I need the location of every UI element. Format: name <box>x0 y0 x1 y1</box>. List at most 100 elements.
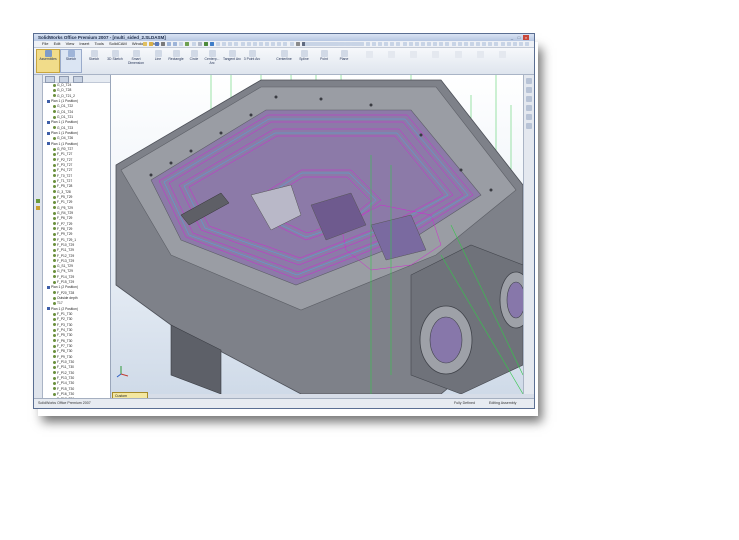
ribbon-rectangle-button[interactable]: Rectangle <box>166 50 186 62</box>
menu-file[interactable]: File <box>42 41 48 47</box>
move-icon[interactable] <box>322 42 327 46</box>
zoom-selection-icon[interactable] <box>252 42 257 46</box>
ribbon-smart-dimension-button[interactable]: Smart Dimension <box>126 50 146 66</box>
ribbon-sketch-tab-button[interactable]: Sketch <box>60 49 82 73</box>
minimize-button[interactable]: _ <box>509 35 515 40</box>
rebuild-icon[interactable] <box>185 42 190 46</box>
select-icon[interactable] <box>179 42 184 46</box>
standard-views-icon[interactable] <box>271 42 276 46</box>
features-icon[interactable] <box>488 42 493 46</box>
pan-icon[interactable] <box>265 42 269 46</box>
explode-icon[interactable] <box>335 42 340 46</box>
measure-icon[interactable] <box>347 42 352 46</box>
options-icon[interactable] <box>191 42 196 46</box>
ribbon-point-button[interactable]: Point <box>314 50 334 62</box>
view-orientation-icon[interactable] <box>277 42 282 46</box>
solidcam-icon[interactable] <box>518 42 523 46</box>
check-icon[interactable] <box>36 199 40 203</box>
tool-icon[interactable] <box>36 206 40 210</box>
feature-tree-tab[interactable] <box>45 76 55 83</box>
mate-icon[interactable] <box>316 42 321 46</box>
macro-icon[interactable] <box>512 42 517 46</box>
menu-view[interactable]: View <box>66 41 75 47</box>
ribbon-plane-button[interactable]: Plane <box>334 50 354 62</box>
ribbon-assemblies-button[interactable]: Assemblies <box>36 49 60 73</box>
ribbon-tangent-arc-button[interactable]: Tangent Arc <box>222 50 242 62</box>
window-icon[interactable] <box>216 42 220 46</box>
component-icon[interactable] <box>310 42 315 46</box>
redo-icon[interactable] <box>173 42 178 46</box>
zoom-area-icon[interactable] <box>234 42 239 46</box>
save-icon[interactable] <box>154 42 159 46</box>
zoom-in-icon[interactable] <box>240 42 245 46</box>
new-doc-icon[interactable] <box>142 42 147 46</box>
zoom-out-icon[interactable] <box>246 42 251 46</box>
ribbon-sketch-button[interactable]: Sketch <box>84 50 104 62</box>
maximize-button[interactable]: □ <box>516 35 522 40</box>
blue-ball-icon[interactable] <box>209 42 214 46</box>
green-ball-icon[interactable] <box>203 42 208 46</box>
search-icon[interactable] <box>526 105 532 111</box>
ribbon-line-button[interactable]: Line <box>148 50 168 62</box>
weldments-icon[interactable] <box>463 42 468 46</box>
graphics-viewport[interactable] <box>111 75 523 394</box>
curves-icon[interactable] <box>420 42 425 46</box>
menu-edit[interactable]: Edit <box>54 41 61 47</box>
menu-tools[interactable]: Tools <box>94 41 103 47</box>
sheet-metal-icon[interactable] <box>469 42 474 46</box>
temp-axis-icon[interactable] <box>408 42 413 46</box>
ribbon-spline-button[interactable]: Spline <box>294 50 314 62</box>
ribbon-circle-button[interactable]: Circle <box>184 50 204 62</box>
config-tab[interactable] <box>73 76 84 83</box>
ribbon-centerpoint-arc-button[interactable]: Centerp... Arc <box>202 50 222 66</box>
view-palette-icon[interactable] <box>526 114 532 120</box>
assembly-view-icon[interactable] <box>304 42 309 46</box>
file-explorer-icon[interactable] <box>526 96 532 102</box>
ribbon-3d-sketch-button[interactable]: 3D Sketch <box>105 50 125 62</box>
plane-view-icon[interactable] <box>384 42 389 46</box>
wireframe-icon[interactable] <box>283 42 288 46</box>
sketch-view-icon[interactable] <box>402 42 407 46</box>
snap-icon[interactable] <box>371 42 376 46</box>
operation-icon <box>53 216 56 220</box>
rotate-icon[interactable] <box>258 42 263 46</box>
sketch-tools-icon[interactable] <box>494 42 499 46</box>
layout-icon[interactable] <box>197 42 202 46</box>
ribbon-3-point-arc-button[interactable]: 3 Point Arc <box>242 50 262 62</box>
open-icon[interactable] <box>148 42 153 46</box>
hidden-lines-icon[interactable] <box>289 42 294 46</box>
grid-icon[interactable] <box>378 42 382 46</box>
cameras-view-icon[interactable] <box>445 42 450 46</box>
points-icon[interactable] <box>414 42 419 46</box>
mass-props-icon[interactable] <box>353 42 358 46</box>
property-tab[interactable] <box>59 76 70 83</box>
menu-insert[interactable]: Insert <box>79 41 89 47</box>
shaded-icon[interactable] <box>295 42 300 46</box>
tile-icon[interactable] <box>222 42 227 46</box>
section-icon[interactable] <box>359 42 364 46</box>
reference-icon[interactable] <box>500 42 505 46</box>
lights-view-icon[interactable] <box>439 42 444 46</box>
interference-icon[interactable] <box>341 42 346 46</box>
undo-icon[interactable] <box>167 42 171 46</box>
filter-icon[interactable] <box>365 42 370 46</box>
dimensions-icon[interactable] <box>433 42 438 46</box>
close-button[interactable]: × <box>523 35 529 40</box>
routing-icon[interactable] <box>457 42 462 46</box>
design-library-icon[interactable] <box>526 87 532 93</box>
print-icon[interactable] <box>160 42 165 46</box>
resources-icon[interactable] <box>526 78 532 84</box>
ribbon-centerline-button[interactable]: Centerline <box>274 50 294 62</box>
mold-icon[interactable] <box>476 42 480 46</box>
annotations-icon[interactable] <box>427 42 431 46</box>
surfaces-icon[interactable] <box>482 42 487 46</box>
axis-view-icon[interactable] <box>390 42 395 46</box>
rotate-component-icon[interactable] <box>329 42 333 46</box>
photoworks-icon[interactable] <box>526 123 532 129</box>
addins-icon[interactable] <box>525 42 529 46</box>
origin-view-icon[interactable] <box>396 42 401 46</box>
toolbox-icon[interactable] <box>506 42 511 46</box>
zoom-fit-icon[interactable] <box>228 42 233 46</box>
decals-icon[interactable] <box>451 42 456 46</box>
menu-solidcam[interactable]: SolidCAM <box>109 41 127 47</box>
